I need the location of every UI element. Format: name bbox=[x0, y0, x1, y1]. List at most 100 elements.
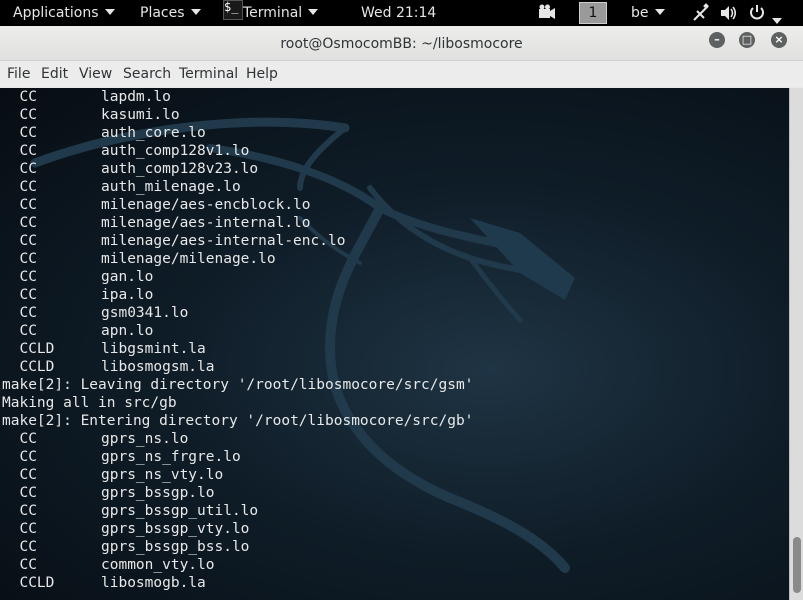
menu-search[interactable]: Search bbox=[123, 61, 171, 87]
line-tag: CC bbox=[2, 323, 37, 339]
terminal-line: Making all in src/gb bbox=[2, 394, 473, 412]
line-tag: CC bbox=[2, 269, 37, 285]
line-tag: CC bbox=[2, 107, 37, 123]
line-text: make[2]: Entering directory '/root/libos… bbox=[2, 413, 474, 429]
line-tag: CC bbox=[2, 467, 37, 483]
line-tag: CC bbox=[2, 89, 37, 105]
line-tag: CC bbox=[2, 179, 37, 195]
line-text: auth_milenage.lo bbox=[101, 179, 241, 195]
scrollbar-thumb[interactable] bbox=[793, 537, 801, 593]
workspace-indicator[interactable]: 1 bbox=[579, 2, 607, 24]
minimize-button[interactable]: – bbox=[709, 32, 725, 48]
volume-icon[interactable] bbox=[719, 0, 739, 26]
line-text: auth_core.lo bbox=[101, 125, 206, 141]
line-tag: CC bbox=[2, 449, 37, 465]
terminal-output[interactable]: CC lapdm.lo CC kasumi.lo CC auth_core.lo CC… bbox=[0, 88, 789, 600]
clock[interactable]: Wed 21:14 bbox=[361, 0, 436, 26]
line-text: libosmogsm.la bbox=[101, 359, 215, 375]
minimize-icon: – bbox=[714, 33, 720, 46]
terminal-line: CC lapdm.lo bbox=[2, 88, 473, 106]
line-tag: CC bbox=[2, 161, 37, 177]
line-text: gprs_ns.lo bbox=[101, 431, 189, 447]
line-text: gan.lo bbox=[101, 269, 154, 285]
menu-help[interactable]: Help bbox=[246, 61, 278, 87]
line-tag: CC bbox=[2, 539, 37, 555]
terminal-line: CC kasumi.lo bbox=[2, 106, 473, 124]
line-text: auth_comp128v23.lo bbox=[101, 161, 259, 177]
line-tag: CC bbox=[2, 125, 37, 141]
places-label: Places bbox=[140, 5, 185, 21]
line-tag: CC bbox=[2, 431, 37, 447]
terminal-line: CCLD libgsmint.la bbox=[2, 340, 473, 358]
terminal-lines: CC lapdm.lo CC kasumi.lo CC auth_core.lo CC… bbox=[2, 88, 473, 592]
line-text: gprs_bssgp.lo bbox=[101, 485, 215, 501]
applications-menu[interactable]: Applications bbox=[13, 0, 115, 26]
line-tag: CC bbox=[2, 521, 37, 537]
line-text: gprs_bssgp_util.lo bbox=[101, 503, 259, 519]
terminal-line: CC gprs_bssgp_bss.lo bbox=[2, 538, 473, 556]
terminal-line: CC auth_comp128v23.lo bbox=[2, 160, 473, 178]
terminal-line: CC common_vty.lo bbox=[2, 556, 473, 574]
top-panel: Applications Places $_ Terminal Wed 21:1… bbox=[0, 0, 803, 26]
line-text: libgsmint.la bbox=[101, 341, 206, 357]
places-menu[interactable]: Places bbox=[140, 0, 201, 26]
terminal-line: CC gprs_bssgp.lo bbox=[2, 484, 473, 502]
line-text: milenage/aes-internal-enc.lo bbox=[101, 233, 346, 249]
line-text: lapdm.lo bbox=[101, 89, 171, 105]
terminal-app-label: Terminal bbox=[243, 5, 303, 21]
line-text: gprs_bssgp_bss.lo bbox=[101, 539, 250, 555]
menu-edit[interactable]: Edit bbox=[41, 61, 68, 87]
line-text: milenage/aes-encblock.lo bbox=[101, 197, 311, 213]
terminal-line: CC gprs_ns.lo bbox=[2, 430, 473, 448]
line-tag: CC bbox=[2, 305, 37, 321]
line-tag: CC bbox=[2, 197, 37, 213]
terminal-app-menu[interactable]: Terminal bbox=[243, 0, 319, 26]
line-tag: CC bbox=[2, 215, 37, 231]
terminal-line: CC auth_milenage.lo bbox=[2, 178, 473, 196]
line-text: make[2]: Leaving directory '/root/libosm… bbox=[2, 377, 474, 393]
line-text: gprs_bssgp_vty.lo bbox=[101, 521, 250, 537]
line-tag: CCLD bbox=[2, 341, 55, 357]
menu-file[interactable]: File bbox=[7, 61, 30, 87]
menu-view[interactable]: View bbox=[79, 61, 112, 87]
line-text: apn.lo bbox=[101, 323, 154, 339]
maximize-icon: □ bbox=[741, 33, 753, 46]
terminal-line: make[2]: Entering directory '/root/libos… bbox=[2, 412, 473, 430]
terminal-line: CC gan.lo bbox=[2, 268, 473, 286]
terminal-line: CC gprs_ns_frgre.lo bbox=[2, 448, 473, 466]
terminal-line: CC milenage/aes-internal-enc.lo bbox=[2, 232, 473, 250]
line-tag: CCLD bbox=[2, 575, 55, 591]
line-text: ipa.lo bbox=[101, 287, 154, 303]
line-text: gprs_ns_frgre.lo bbox=[101, 449, 241, 465]
terminal-line: CC gsm0341.lo bbox=[2, 304, 473, 322]
terminal-line: CC gprs_bssgp_vty.lo bbox=[2, 520, 473, 538]
close-button[interactable]: × bbox=[771, 32, 787, 48]
terminal-line: CC auth_core.lo bbox=[2, 124, 473, 142]
line-text: milenage/milenage.lo bbox=[101, 251, 276, 267]
line-text: gprs_ns_vty.lo bbox=[101, 467, 224, 483]
line-text: libosmogb.la bbox=[101, 575, 206, 591]
terminal-line: make[2]: Leaving directory '/root/libosm… bbox=[2, 376, 473, 394]
line-tag: CC bbox=[2, 557, 37, 573]
terminal-app-icon: $_ bbox=[223, 0, 243, 20]
menu-terminal[interactable]: Terminal bbox=[179, 61, 238, 87]
window-titlebar[interactable]: root@OsmocomBB: ~/libosmocore – □ × bbox=[0, 26, 803, 61]
network-icon[interactable] bbox=[692, 0, 710, 26]
line-tag: CC bbox=[2, 251, 37, 267]
terminal-window: root@OsmocomBB: ~/libosmocore – □ × File… bbox=[0, 26, 803, 600]
line-tag: CC bbox=[2, 233, 37, 249]
terminal-line: CCLD libosmogb.la bbox=[2, 574, 473, 592]
maximize-button[interactable]: □ bbox=[739, 32, 755, 48]
keyboard-layout-menu[interactable]: be bbox=[631, 0, 665, 26]
power-menu[interactable] bbox=[748, 0, 782, 26]
terminal-line: CC gprs_bssgp_util.lo bbox=[2, 502, 473, 520]
line-tag: CC bbox=[2, 143, 37, 159]
camera-icon[interactable] bbox=[538, 0, 556, 26]
close-icon: × bbox=[774, 33, 784, 46]
window-title: root@OsmocomBB: ~/libosmocore bbox=[280, 36, 523, 52]
terminal-scrollbar[interactable] bbox=[789, 88, 803, 600]
chevron-down-icon bbox=[772, 18, 782, 24]
terminal-line: CC apn.lo bbox=[2, 322, 473, 340]
terminal-line: CC milenage/aes-encblock.lo bbox=[2, 196, 473, 214]
line-tag: CCLD bbox=[2, 359, 55, 375]
